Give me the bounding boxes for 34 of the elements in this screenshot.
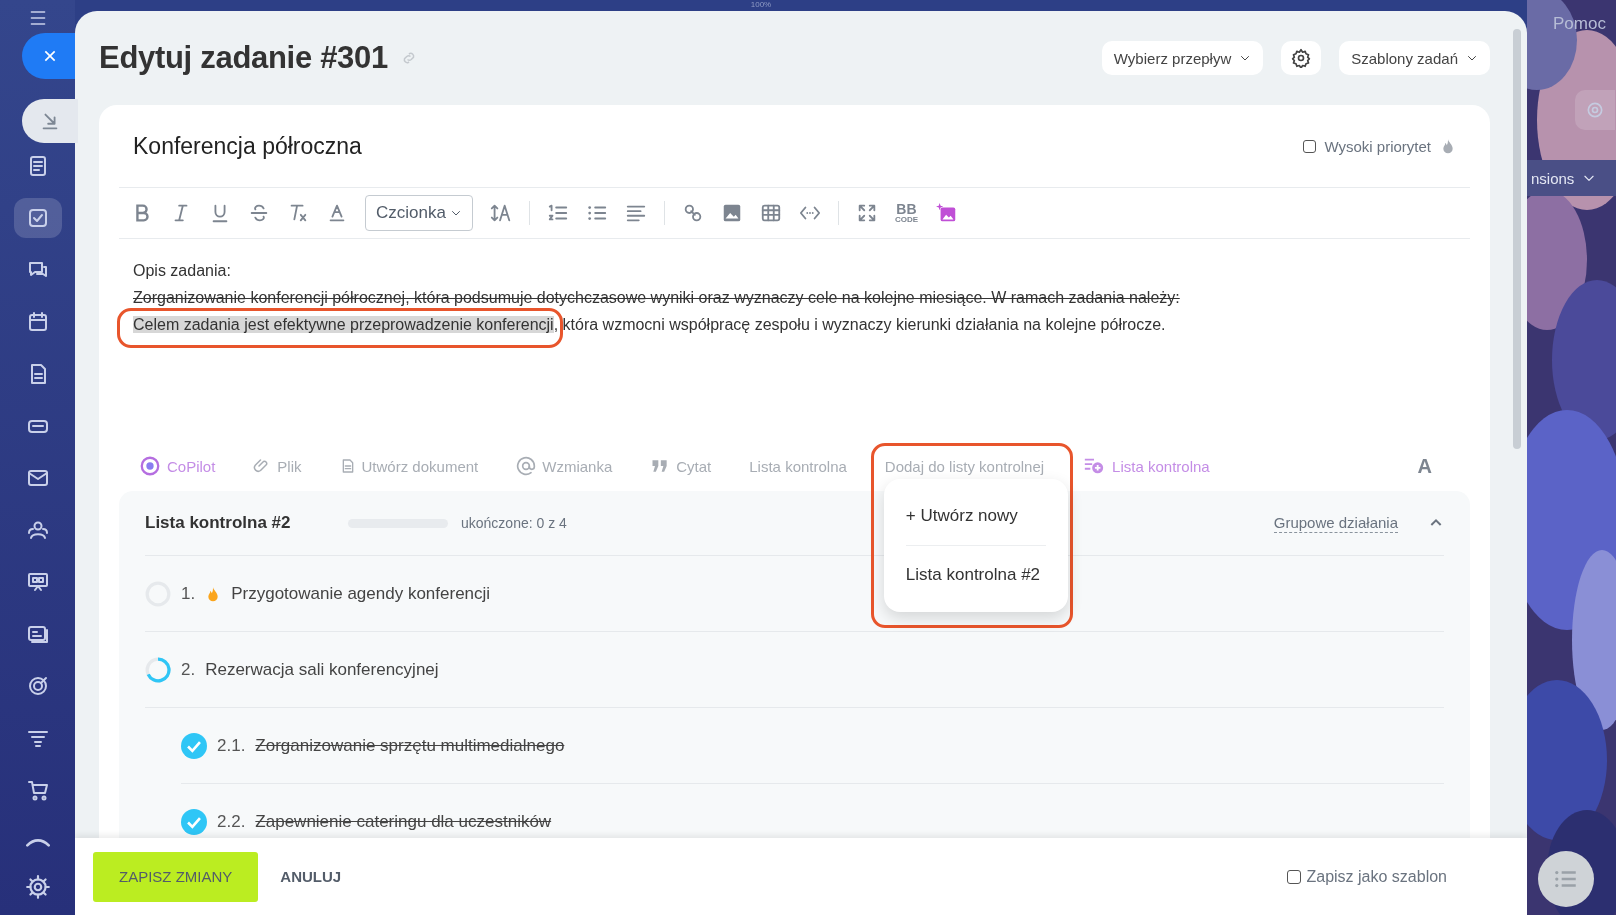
zoom-level: 100% [750, 0, 772, 9]
format-button[interactable]: A [1411, 453, 1438, 479]
description-text: Opis zadania: [133, 261, 232, 281]
template-checkbox[interactable]: Zapisz jako szablon [1287, 867, 1447, 886]
description-text: Zorganizowanie konferencji półrocznej, która podsumuje dotychczasowe wyniki oraz wyznaczy cele na kolejne miesiące. W ramach zadania należy: [133, 288, 1181, 308]
flow-dropdown[interactable]: Wybierz przepływ [1101, 41, 1264, 75]
item-number: 2. [181, 659, 196, 680]
checklist-item-text[interactable]: Przygotowanie agendy konferencji [231, 583, 491, 604]
menu-item[interactable]: + Utwórz nowy [883, 486, 1068, 545]
extensions-label: nsions [1531, 169, 1575, 187]
checklist-item-text[interactable]: Zapewnienie cateringu dla uczestników [255, 811, 552, 832]
description-text: , która wzmocni współpracę zespołu i wyznaczy kierunki działania na kolejne półrocze. [553, 316, 1166, 333]
task-title-field[interactable]: Konferencja półroczna [133, 132, 1304, 160]
group-actions-link[interactable]: Grupowe działania [1273, 513, 1398, 533]
highlighted-text: Celem zadania jest efektywne przeprowadzenie konferencji [133, 316, 554, 333]
bbcode-button[interactable]: BB CODE [894, 202, 919, 224]
save-button[interactable]: ZAPISZ ZMIANY [93, 851, 259, 902]
item-number: 1. [181, 583, 196, 604]
item-number: 2.2. [217, 811, 246, 832]
extensions-button[interactable]: nsions [1527, 160, 1616, 196]
menu-item[interactable]: Lista kontrolna #2 [883, 545, 1068, 604]
checklist-item-text[interactable]: Rezerwacja sali konferencyjnej [205, 659, 439, 680]
priority-checkbox[interactable]: Wysoki priorytet [1303, 137, 1431, 155]
checklist-item-text[interactable]: Zorganizowanie sprzętu multimedialnego [255, 735, 565, 756]
action-button[interactable]: Lista kontrolna [1082, 455, 1210, 477]
templates-dropdown[interactable]: Szablony zadań [1339, 41, 1490, 75]
font-dropdown[interactable]: Czcionka [365, 195, 473, 231]
item-number: 2.1. [217, 735, 246, 756]
help-link[interactable]: Pomoc [1553, 14, 1606, 34]
checklist-title: Lista kontrolna #2 [145, 513, 292, 533]
progress-text: ukończone: 0 z 4 [461, 515, 567, 531]
action-button[interactable]: CoPilot [139, 455, 216, 477]
cancel-button[interactable]: ANULUJ [274, 867, 348, 886]
page-title: Edytuj zadanie #301 [99, 40, 388, 76]
